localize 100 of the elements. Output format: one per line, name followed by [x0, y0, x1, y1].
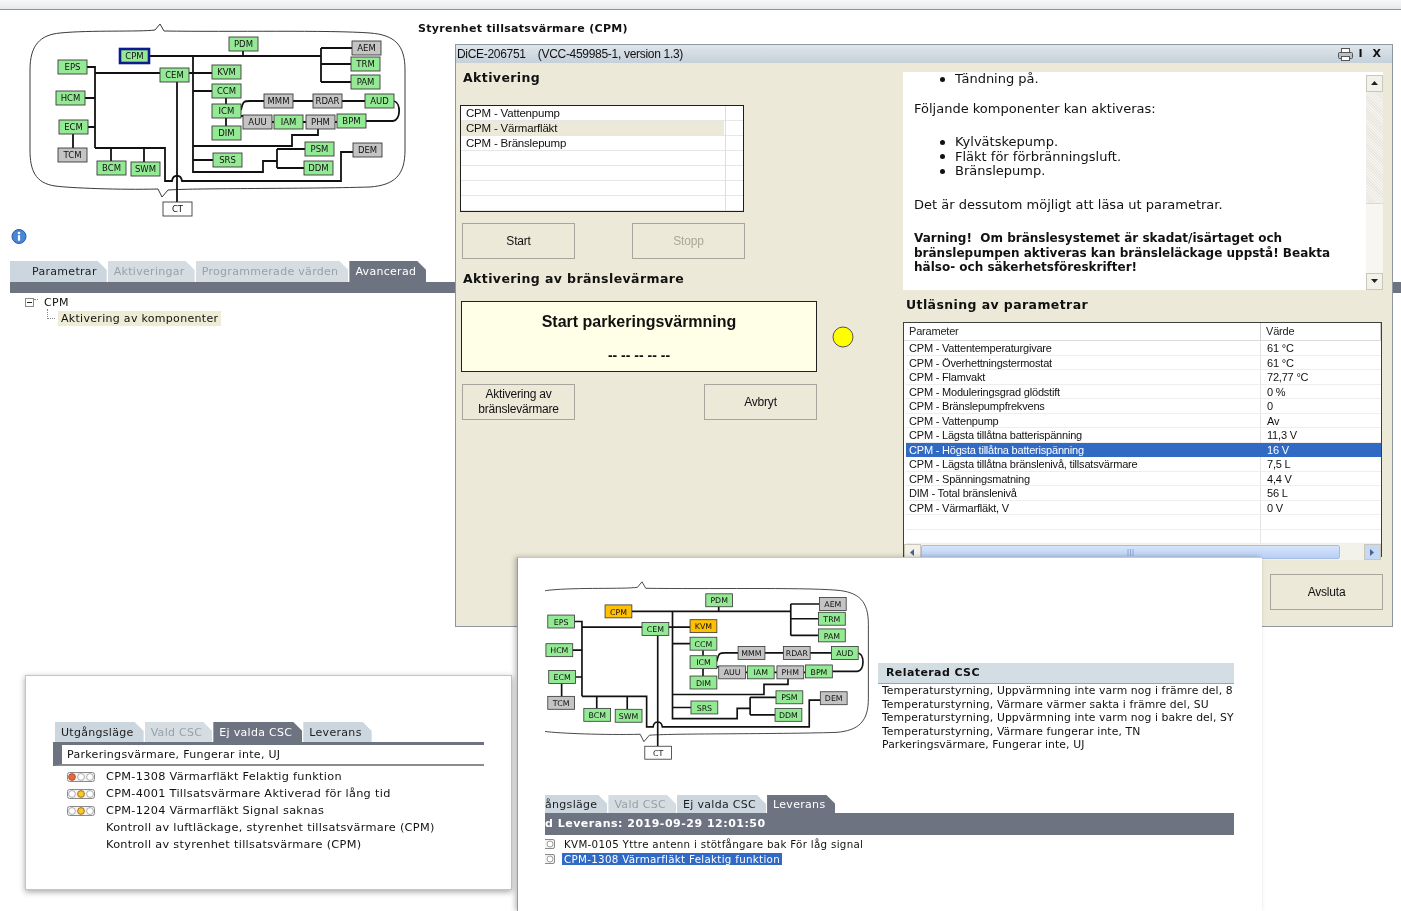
module-node[interactable]: MMM	[263, 93, 294, 109]
title-button[interactable]: X	[1367, 47, 1386, 61]
csc-entry[interactable]: Temperaturstyrning, Värmare värmer sakta i främre del, SU	[878, 697, 1258, 711]
table-row[interactable]: CPM - Lägsta tillåtna batterispänning 11,3 V	[906, 428, 1381, 443]
section-heading: Aktivering av bränslevärmare	[463, 271, 685, 287]
module-node[interactable]: RDAR	[312, 93, 343, 109]
module-node[interactable]: SWM	[130, 161, 161, 177]
action-button[interactable]: Avbryt	[704, 384, 817, 420]
module-node[interactable]: CCM	[211, 83, 242, 99]
table-row[interactable]: DIM - Total bränslenivå 56 L	[906, 486, 1381, 501]
table-cell-text: DIM - Total bränslenivå	[908, 486, 1018, 500]
version-label: (VCC-459985-1, version 1.3)	[537, 47, 684, 61]
module-node[interactable]: TRM	[350, 56, 381, 72]
bullet-icon	[940, 154, 945, 160]
table-cell-text: 0 %	[1266, 384, 1287, 399]
table-row[interactable]: CPM - Värmarfläkt, V 0 V	[906, 500, 1381, 515]
action-button[interactable]: Aktivering av bränslevärmare	[462, 384, 575, 420]
tab[interactable]: ångsläge	[545, 795, 608, 813]
tree-item[interactable]: Aktivering av komponenter	[58, 310, 222, 326]
list-item[interactable]: Kontroll av luftläckage, styrenhet tillsatsvärmare (CPM)	[104, 821, 437, 834]
scroll-down-button[interactable]	[1366, 273, 1383, 290]
module-node[interactable]: ICM	[211, 103, 242, 119]
tree-item[interactable]: CPM	[41, 294, 72, 310]
table-row[interactable]: CPM - Moduleringsgrad glödstift 0 %	[906, 384, 1381, 399]
bullet-text: Kylvätskepump.	[955, 135, 1059, 150]
table-cell-text: 61 °C	[1266, 355, 1295, 370]
module-node[interactable]: IAM	[273, 114, 304, 130]
module-node[interactable]: EPS	[57, 59, 88, 75]
close-button[interactable]: Avsluta	[1270, 574, 1383, 610]
table-cell-text: 72,77 °C	[1266, 370, 1310, 384]
printer-icon[interactable]	[1338, 47, 1354, 61]
arrow-up-icon	[1370, 79, 1379, 88]
module-node[interactable]: PSM	[304, 141, 335, 157]
list-item[interactable]: CPM - Värmarfläkt	[461, 121, 724, 135]
list-item[interactable]: CPM-4001 Tillsatsvärmare Aktiverad för lång tid	[104, 787, 393, 800]
bullet-text: Fläkt för förbränningsluft.	[955, 149, 1122, 164]
tab[interactable]: Ej valda CSC	[677, 795, 767, 813]
lamp-icon	[545, 838, 555, 849]
module-node[interactable]: CEM	[159, 67, 190, 83]
column-header[interactable]: Parameter	[904, 323, 1261, 340]
csc-field[interactable]: Parkeringsvärmare, Fungerar inte, UJ	[53, 745, 484, 766]
vertical-scrollbar[interactable]	[1366, 75, 1383, 290]
tab[interactable]: Leverans	[303, 722, 372, 742]
table-row[interactable]: CPM - Spänningsmatning 4,4 V	[906, 471, 1381, 486]
table-row[interactable]: CPM - Lägsta tillåtna bränslenivå, tillsatsvärmare 7,5 L	[906, 457, 1381, 472]
collapse-icon[interactable]	[25, 297, 34, 307]
table-cell-text: CPM - Spänningsmatning	[908, 471, 1031, 486]
module-node[interactable]: AEM	[351, 40, 382, 56]
module-node[interactable]: PHM	[305, 114, 336, 130]
help-paragraph: Följande komponenter kan aktiveras:	[914, 101, 1157, 116]
module-node[interactable]: PDM	[228, 36, 259, 52]
csc-entry[interactable]: Temperaturstyrning, Uppvärmning inte varm nog i bakre del, SY	[878, 711, 1258, 725]
scroll-right-button[interactable]	[1364, 544, 1381, 560]
table-cell-text: CPM - Lägsta tillåtna batterispänning	[908, 428, 1083, 442]
table-row[interactable]: CPM - Vattentemperaturgivare 61 °C	[906, 341, 1381, 356]
tab[interactable]: Leverans	[767, 795, 836, 813]
list-item[interactable]: CPM-1308 Värmarfläkt Felaktig funktion	[104, 770, 344, 783]
column-header[interactable]: Värde	[1261, 323, 1381, 340]
action-button[interactable]: Start	[462, 223, 575, 259]
module-node[interactable]: DIM	[211, 125, 242, 141]
module-node[interactable]: CT	[162, 201, 193, 217]
table-row[interactable]: CPM - Bränslepumpfrekvens 0	[906, 399, 1381, 414]
list-item[interactable]: CPM-1204 Värmarfläkt Signal saknas	[104, 804, 327, 817]
module-node[interactable]: BPM	[336, 113, 367, 129]
module-node[interactable]: ECM	[58, 119, 89, 135]
horizontal-scrollbar[interactable]	[904, 544, 1381, 560]
module-node[interactable]: KVM	[211, 64, 242, 80]
csc-entry[interactable]: Temperaturstyrning, Uppvärmning inte varm nog i främre del, 8	[878, 684, 1258, 698]
table-cell-text: CPM - Bränslepumpfrekvens	[908, 399, 1046, 413]
module-node[interactable]: AUD	[364, 93, 395, 109]
table-cell-text: 61 °C	[1266, 341, 1295, 355]
info-icon[interactable]	[11, 229, 27, 245]
delivery-header: d Leverans: 2019-09-29 12:01:50	[545, 813, 1234, 835]
module-node[interactable]: TCM	[57, 147, 88, 163]
list-item[interactable]: KVM-0105 Yttre antenn i stötfångare bak För låg signal	[562, 837, 866, 850]
module-node[interactable]: DDM	[303, 160, 334, 176]
table-row[interactable]: CPM - Flamvakt 72,77 °C	[906, 370, 1381, 385]
module-node[interactable]: DEM	[352, 142, 383, 158]
table-cell-text: 4,4 V	[1266, 471, 1293, 486]
tab[interactable]: Parametrar	[10, 261, 107, 282]
scroll-up-button[interactable]	[1366, 75, 1383, 92]
csc-entry[interactable]: Parkeringsvärmare, Fungerar inte, UJ	[878, 738, 1258, 752]
tab[interactable]: Ej valda CSC	[213, 722, 303, 742]
module-node[interactable]: AUU	[242, 114, 273, 130]
table-row[interactable]: CPM - Vattenpump Av	[906, 413, 1381, 428]
csc-entry[interactable]: Temperaturstyrning, Värmare fungerar inte, TN	[878, 724, 1258, 738]
table-row[interactable]: CPM - Överhettningstermostat 61 °C	[906, 355, 1381, 370]
list-item[interactable]: CPM-1308 Värmarfläkt Felaktig funktion	[562, 852, 783, 865]
list-item[interactable]: Kontroll av styrenhet tillsatsvärmare (CPM)	[104, 838, 364, 851]
module-node[interactable]: CPM	[118, 47, 151, 65]
module-node[interactable]: SRS	[212, 152, 243, 168]
table-cell-text: CPM - Moduleringsgrad glödstift	[908, 384, 1061, 399]
scrollbar-thumb[interactable]	[1366, 203, 1383, 273]
module-node[interactable]: HCM	[55, 90, 86, 106]
module-node[interactable]: PAM	[350, 74, 381, 90]
title-button[interactable]: I	[1353, 47, 1368, 61]
tab[interactable]: Utgångsläge	[55, 722, 144, 742]
bullet-icon	[940, 76, 945, 82]
module-node[interactable]: BCM	[96, 160, 127, 176]
tab[interactable]: Avancerad	[349, 261, 427, 282]
